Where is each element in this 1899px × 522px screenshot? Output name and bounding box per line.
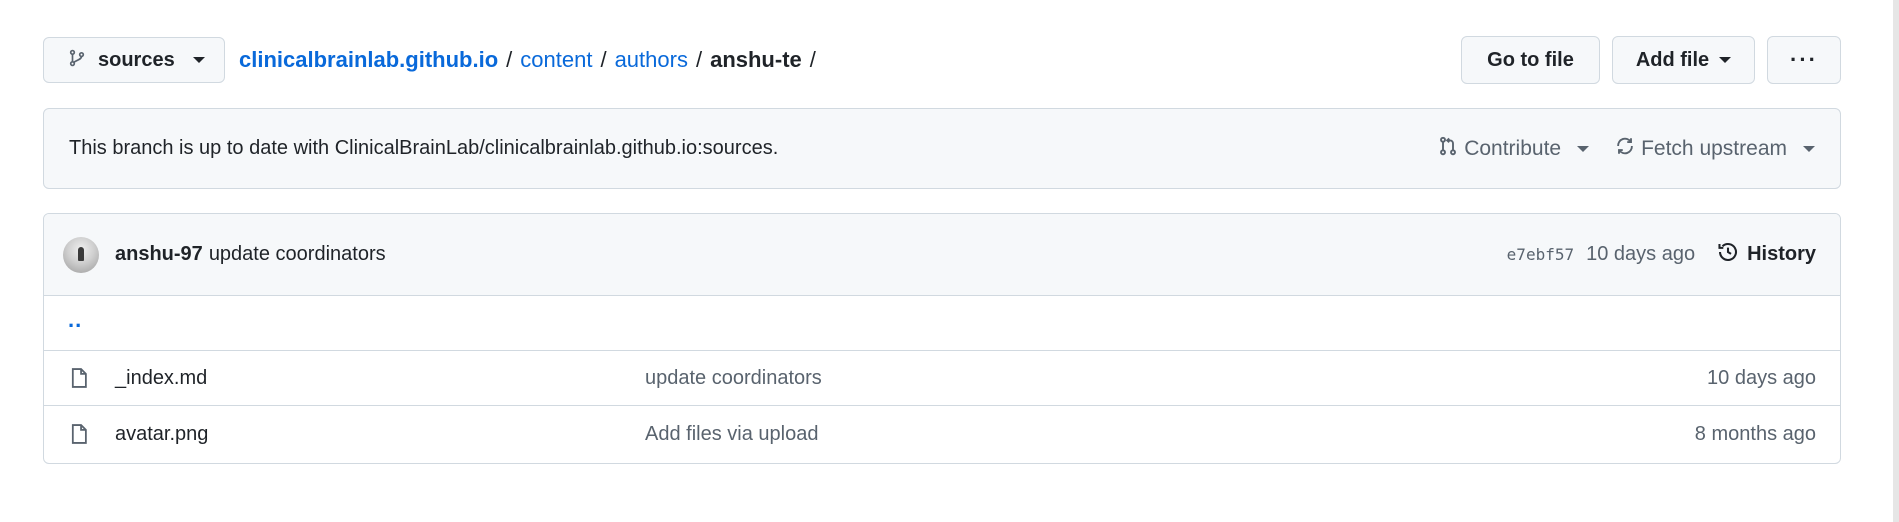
breadcrumb: clinicalbrainlab.github.io / content / a…	[239, 47, 824, 73]
file-icon	[68, 366, 90, 390]
file-icon	[68, 422, 90, 446]
history-label: History	[1747, 243, 1816, 265]
branch-name: sources	[98, 48, 175, 71]
history-icon	[1717, 241, 1739, 269]
file-commit-time: 8 months ago	[1694, 422, 1816, 445]
commit-author-link[interactable]: anshu-97	[115, 243, 203, 266]
breadcrumb-content-link[interactable]: content	[520, 47, 592, 73]
sync-icon	[1615, 136, 1635, 162]
pull-request-icon	[1438, 135, 1458, 163]
parent-directory-link[interactable]: ..	[68, 307, 82, 333]
contribute-label: Contribute	[1464, 136, 1562, 160]
parent-directory-row[interactable]: ..	[44, 296, 1840, 351]
file-commit-time: 10 days ago	[1707, 366, 1816, 389]
chevron-down-icon	[1577, 145, 1590, 152]
breadcrumb-separator: /	[506, 47, 513, 72]
contribute-button[interactable]: Contribute	[1438, 135, 1590, 163]
chevron-down-icon	[1719, 57, 1732, 63]
git-branch-icon	[68, 48, 86, 73]
file-name-link[interactable]: _index.md	[115, 367, 645, 390]
file-commit-message-link[interactable]: Add files via upload	[645, 423, 818, 446]
branch-status-box: This branch is up to date with ClinicalB…	[43, 108, 1841, 189]
breadcrumb-separator: /	[695, 47, 703, 72]
file-name-link[interactable]: avatar.png	[115, 423, 645, 446]
branch-status-text: This branch is up to date with ClinicalB…	[69, 137, 779, 159]
breadcrumb-separator: /	[809, 47, 816, 72]
commit-sha-link[interactable]: e7ebf57	[1507, 245, 1574, 264]
breadcrumb-repo-link[interactable]: clinicalbrainlab.github.io	[239, 47, 498, 73]
commit-message-link[interactable]: update coordinators	[209, 243, 386, 266]
breadcrumb-authors-link[interactable]: authors	[615, 47, 688, 73]
more-options-button[interactable]: ···	[1767, 36, 1841, 84]
file-browser: anshu-97 update coordinators e7ebf57 10 …	[43, 213, 1841, 464]
fetch-upstream-label: Fetch upstream	[1641, 136, 1787, 160]
repo-header: sources clinicalbrainlab.github.io / con…	[43, 36, 1841, 84]
chevron-down-icon	[192, 57, 205, 63]
latest-commit-row: anshu-97 update coordinators e7ebf57 10 …	[44, 214, 1840, 296]
table-row: avatar.png Add files via upload 8 months…	[44, 406, 1840, 462]
commit-time: 10 days ago	[1586, 243, 1696, 265]
commit-meta: e7ebf57 10 days ago History	[1507, 241, 1816, 269]
add-file-button[interactable]: Add file	[1612, 36, 1755, 84]
page: sources clinicalbrainlab.github.io / con…	[0, 0, 1899, 522]
breadcrumb-current: anshu-te	[710, 47, 802, 72]
branch-selector-button[interactable]: sources	[43, 37, 225, 83]
add-file-label: Add file	[1635, 48, 1710, 71]
branch-status-actions: Contribute Fetch upstream	[1438, 135, 1815, 163]
vertical-scrollbar[interactable]	[1893, 0, 1899, 522]
header-actions: Go to file Add file ···	[1461, 36, 1841, 84]
chevron-down-icon	[1803, 145, 1815, 152]
history-button[interactable]: History	[1717, 241, 1816, 269]
table-row: _index.md update coordinators 10 days ag…	[44, 351, 1840, 406]
fetch-upstream-button[interactable]: Fetch upstream	[1615, 136, 1815, 162]
avatar[interactable]	[63, 236, 99, 273]
breadcrumb-separator: /	[600, 47, 607, 72]
go-to-file-button[interactable]: Go to file	[1461, 36, 1600, 84]
file-commit-message-link[interactable]: update coordinators	[645, 367, 822, 390]
